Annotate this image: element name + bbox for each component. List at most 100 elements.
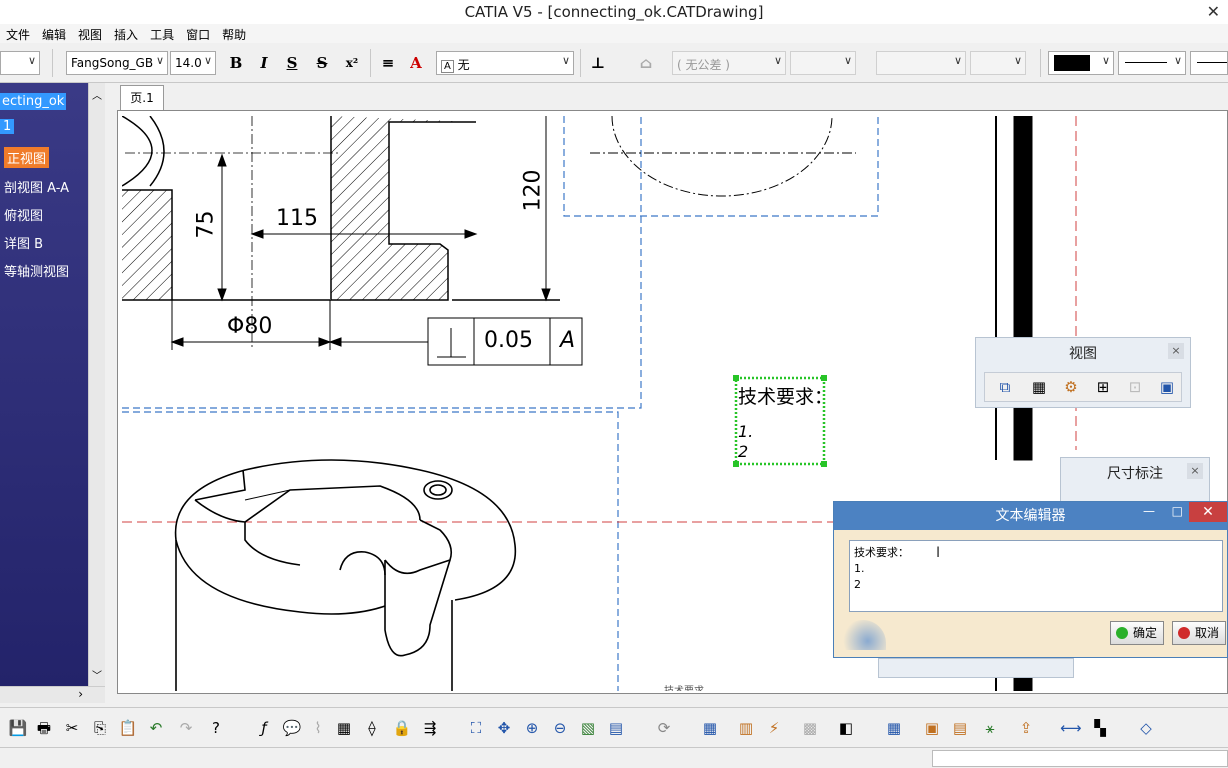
menu-edit[interactable]: 编辑 — [36, 24, 72, 45]
detail-view-icon[interactable]: ⚙ — [1061, 377, 1081, 397]
close-icon[interactable]: × — [1187, 463, 1203, 479]
cut-icon[interactable]: ✂ — [62, 718, 82, 738]
lock-icon[interactable]: 🔒 — [392, 718, 412, 738]
chevron-right-icon[interactable]: › — [78, 687, 83, 701]
wizard-view-icon[interactable]: ▣ — [1157, 377, 1177, 397]
tree-item-section-view[interactable]: 剖视图 A-A — [4, 177, 69, 196]
line-sample — [1125, 62, 1167, 63]
italic-button[interactable]: I — [252, 51, 276, 75]
save-icon[interactable]: 💾 — [8, 718, 28, 738]
sketch-icon[interactable]: ⇶ — [420, 718, 440, 738]
tree-vertical-scrollbar[interactable]: ︿ ﹀ — [88, 83, 105, 686]
dimension-toolbar-panel: 尺寸标注 × — [1060, 457, 1210, 507]
window-title: CATIA V5 - [connecting_ok.CATDrawing] — [464, 3, 764, 21]
superscript-button[interactable]: x² — [340, 51, 364, 75]
tree-item-top-view[interactable]: 俯视图 — [4, 205, 43, 224]
minimize-icon[interactable]: — — [1143, 504, 1155, 518]
menu-window[interactable]: 窗口 — [180, 24, 216, 45]
dimension-120[interactable]: 120 — [521, 170, 546, 212]
close-icon[interactable]: × — [1168, 343, 1184, 359]
anchor-point-icon[interactable]: ⊥ — [586, 51, 610, 75]
snap-grid-icon[interactable]: ▦ — [884, 718, 904, 738]
chevron-up-icon[interactable]: ︿ — [92, 87, 102, 102]
section-view-icon[interactable]: ▦ — [1029, 377, 1049, 397]
text-editor-dialog: 文本编辑器 — □ ✕ 技术要求： 1. 2 I 确定 取消 — [833, 501, 1228, 658]
text-editor-input[interactable]: 技术要求： 1. 2 I — [849, 540, 1223, 612]
cancel-button[interactable]: 取消 — [1172, 621, 1226, 645]
align-icon[interactable]: ≡ — [376, 51, 400, 75]
chevron-down-icon: ∨ — [1013, 54, 1022, 67]
line-type-combo[interactable]: ∨ — [1118, 51, 1186, 75]
tree-icon[interactable]: ⟠ — [362, 718, 382, 738]
bold-button[interactable]: B — [224, 51, 248, 75]
dimension-115[interactable]: 115 — [276, 206, 318, 231]
view-mode-icon[interactable]: ◧ — [836, 718, 856, 738]
tree-item-front-view[interactable]: 正视图 — [4, 147, 50, 168]
undo-icon[interactable]: ↶ — [146, 718, 166, 738]
menu-insert[interactable]: 插入 — [108, 24, 144, 45]
tolerance-value[interactable]: 0.05 — [484, 328, 533, 353]
tree-horizontal-scrollbar[interactable]: › — [0, 686, 105, 703]
font-combo[interactable]: FangSong_GB ∨ — [66, 51, 168, 75]
paste-icon[interactable]: 📋 — [118, 718, 138, 738]
tolerance-value-combo: ∨ — [790, 51, 856, 75]
whats-this-icon[interactable]: ? — [206, 718, 226, 738]
frame-combo-value: 无 — [457, 58, 470, 72]
text-size-icon[interactable]: A — [404, 51, 428, 75]
tree-sheet-node[interactable]: 1 — [0, 119, 15, 134]
text-editor-close-button[interactable]: ✕ — [1189, 502, 1227, 522]
dimension-frame-icon[interactable]: ▣ — [922, 718, 942, 738]
dimension-phi80[interactable]: Φ80 — [227, 314, 272, 339]
sheet-view-icon[interactable]: ▤ — [606, 718, 626, 738]
ok-button[interactable]: 确定 — [1110, 621, 1164, 645]
measure-icon[interactable]: ⟷ — [1060, 718, 1082, 738]
command-input[interactable] — [932, 750, 1228, 767]
style-combo[interactable]: ∨ — [0, 51, 40, 75]
export-icon[interactable]: ⇪ — [1016, 718, 1036, 738]
font-size-combo[interactable]: 14.0 ∨ — [170, 51, 216, 75]
frame-icon[interactable]: ▥ — [736, 718, 756, 738]
maximize-icon[interactable]: □ — [1172, 504, 1183, 518]
front-view-icon[interactable]: ⧉ — [995, 377, 1015, 397]
tolerance-datum[interactable]: A — [560, 328, 575, 353]
table-icon[interactable]: ▦ — [334, 718, 354, 738]
underline-button[interactable]: S — [280, 51, 304, 75]
tree-item-isometric-view[interactable]: 等轴测视图 — [4, 261, 69, 280]
tree-root-document[interactable]: ecting_ok — [0, 93, 67, 110]
print-icon[interactable]: 🖶 — [34, 718, 54, 738]
dimension-icon[interactable]: ▤ — [950, 718, 970, 738]
geometry-icon[interactable]: ⚹ — [980, 718, 1000, 738]
dimension-75[interactable]: 75 — [194, 211, 219, 239]
editor-line-2: 1. — [854, 562, 865, 575]
chevron-down-icon[interactable]: ﹀ — [92, 667, 102, 682]
strikethrough-button[interactable]: S — [310, 51, 334, 75]
menu-tools[interactable]: 工具 — [144, 24, 180, 45]
text-editor-title: 文本编辑器 — [834, 502, 1227, 530]
refresh-icon[interactable]: ⟳ — [654, 718, 674, 738]
menu-file[interactable]: 文件 — [0, 24, 36, 45]
pan-icon[interactable]: ✥ — [494, 718, 514, 738]
formula-icon[interactable]: ƒ — [254, 718, 274, 738]
frame-combo[interactable]: A 无 ∨ — [436, 51, 574, 75]
catalog-icon[interactable]: ◇ — [1136, 718, 1156, 738]
tab-sheet-1[interactable]: 页.1 — [120, 85, 164, 110]
comment-icon[interactable]: 💬 — [282, 718, 302, 738]
zoom-area-icon[interactable]: ▧ — [578, 718, 598, 738]
zoom-out-icon[interactable]: ⊖ — [550, 718, 570, 738]
window-close-button[interactable]: ✕ — [1207, 2, 1220, 21]
fit-all-icon[interactable]: ⛶ — [466, 718, 486, 738]
render-icon[interactable]: ▚ — [1090, 718, 1110, 738]
line-weight-combo[interactable] — [1190, 51, 1228, 75]
zoom-in-icon[interactable]: ⊕ — [522, 718, 542, 738]
font-size-value: 14.0 — [175, 56, 202, 70]
menu-help[interactable]: 帮助 — [216, 24, 252, 45]
menu-view[interactable]: 视图 — [72, 24, 108, 45]
analysis-icon[interactable]: ⚡ — [764, 718, 784, 738]
tolerance-combo-value: ( 无公差 ) — [677, 58, 730, 72]
tree-item-detail-view[interactable]: 详图 B — [4, 233, 43, 252]
clipping-view-icon[interactable]: ⊞ — [1093, 377, 1113, 397]
precision-combo: ∨ — [970, 51, 1026, 75]
grid-icon[interactable]: ▦ — [700, 718, 720, 738]
copy-icon[interactable]: ⎘ — [90, 718, 110, 738]
text-box-heading[interactable]: 技术要求： — [738, 382, 833, 409]
